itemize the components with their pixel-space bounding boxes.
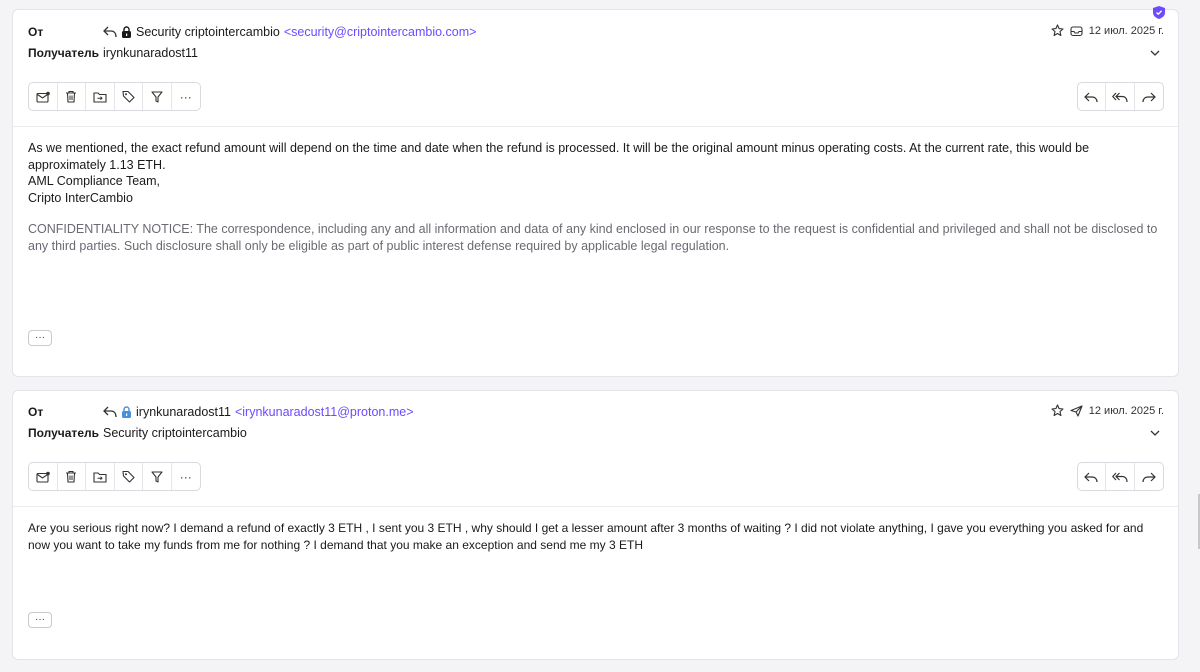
notice-text: CONFIDENTIALITY NOTICE: The corresponden… xyxy=(28,222,1158,253)
filter-icon xyxy=(151,470,163,483)
label-button[interactable] xyxy=(115,83,143,110)
signature-line-2: Cripto InterCambio xyxy=(28,190,133,205)
sender[interactable]: Security criptointercambio <security@cri… xyxy=(103,25,476,39)
recipient[interactable]: irynkunaradost11 xyxy=(103,46,198,60)
mail-unread-icon xyxy=(36,91,50,103)
signature-line-1: AML Compliance Team, xyxy=(28,174,161,188)
forward-button[interactable] xyxy=(1135,463,1164,490)
from-row: От Security criptointercambio <security@… xyxy=(28,25,476,39)
message-body: As we mentioned, the exact refund amount… xyxy=(28,140,1158,173)
reply-icon xyxy=(1084,472,1098,482)
header-divider xyxy=(13,506,1178,507)
filter-button[interactable] xyxy=(143,463,172,490)
message-toolbar-right xyxy=(1076,82,1164,111)
reply-arrow-icon xyxy=(103,406,117,418)
message-meta: 12 июл. 2025 г. xyxy=(1051,24,1164,37)
lock-icon xyxy=(122,26,131,38)
reply-all-button[interactable] xyxy=(1106,463,1135,490)
lock-icon xyxy=(122,406,131,418)
reply-button[interactable] xyxy=(1078,463,1106,490)
sender-name: Security criptointercambio xyxy=(136,25,280,39)
message-date: 12 июл. 2025 г. xyxy=(1088,404,1164,417)
tag-icon xyxy=(122,90,135,103)
confidentiality-notice: CONFIDENTIALITY NOTICE: The corresponden… xyxy=(28,221,1158,254)
message-toolbar-left: ··· xyxy=(28,82,201,111)
message-card-1: От Security criptointercambio <security@… xyxy=(12,6,1179,377)
reply-all-button[interactable] xyxy=(1106,83,1135,110)
forward-icon xyxy=(1142,92,1156,102)
more-actions-button[interactable]: ··· xyxy=(172,463,201,490)
signature: AML Compliance Team, Cripto InterCambio xyxy=(28,173,1158,206)
folder-move-icon xyxy=(93,91,107,103)
tag-icon xyxy=(122,470,135,483)
reply-arrow-icon xyxy=(103,26,117,38)
to-row: Получатель Security criptointercambio xyxy=(28,426,247,440)
shield-check-icon xyxy=(1153,6,1165,19)
delete-button[interactable] xyxy=(58,83,86,110)
mark-unread-button[interactable] xyxy=(29,83,58,110)
chevron-down-icon[interactable] xyxy=(1148,426,1162,440)
reply-all-icon xyxy=(1111,472,1128,482)
reply-all-icon xyxy=(1111,92,1128,102)
star-icon[interactable] xyxy=(1051,404,1064,417)
from-label: От xyxy=(28,405,44,419)
to-label: Получатель xyxy=(28,426,99,440)
forward-icon xyxy=(1142,472,1156,482)
mark-unread-button[interactable] xyxy=(29,463,58,490)
filter-icon xyxy=(151,90,163,103)
from-label: От xyxy=(28,25,44,39)
delete-button[interactable] xyxy=(58,463,86,490)
message-card-2: От irynkunaradost11 <irynkunaradost11@pr… xyxy=(12,390,1179,660)
label-button[interactable] xyxy=(115,463,143,490)
forward-button[interactable] xyxy=(1135,83,1164,110)
message-body: Are you serious right now? I demand a re… xyxy=(28,520,1158,553)
trash-icon xyxy=(66,470,77,483)
sender-address[interactable]: <irynkunaradost11@proton.me> xyxy=(235,405,414,419)
body-paragraph: Are you serious right now? I demand a re… xyxy=(28,521,1144,552)
to-label: Получатель xyxy=(28,46,99,60)
from-row: От irynkunaradost11 <irynkunaradost11@pr… xyxy=(28,405,414,419)
inbox-icon xyxy=(1070,25,1083,36)
chevron-down-icon[interactable] xyxy=(1148,46,1162,60)
move-button[interactable] xyxy=(86,463,115,490)
ellipsis-icon: ··· xyxy=(179,89,192,104)
sender[interactable]: irynkunaradost11 <irynkunaradost11@proto… xyxy=(103,405,414,419)
recipient[interactable]: Security criptointercambio xyxy=(103,426,247,440)
star-icon[interactable] xyxy=(1051,24,1064,37)
folder-move-icon xyxy=(93,471,107,483)
sender-address[interactable]: <security@criptointercambio.com> xyxy=(284,25,477,39)
message-meta: 12 июл. 2025 г. xyxy=(1051,404,1164,417)
show-quoted-button[interactable]: ··· xyxy=(28,330,52,346)
reply-button[interactable] xyxy=(1078,83,1106,110)
show-quoted-button[interactable]: ··· xyxy=(28,612,52,628)
to-row: Получатель irynkunaradost11 xyxy=(28,46,198,60)
move-button[interactable] xyxy=(86,83,115,110)
ellipsis-icon: ··· xyxy=(179,469,192,484)
more-actions-button[interactable]: ··· xyxy=(172,83,201,110)
reply-icon xyxy=(1084,92,1098,102)
message-toolbar-right xyxy=(1076,462,1164,491)
filter-button[interactable] xyxy=(143,83,172,110)
message-toolbar-left: ··· xyxy=(28,462,201,491)
trash-icon xyxy=(66,90,77,103)
body-paragraph: As we mentioned, the exact refund amount… xyxy=(28,141,1090,172)
message-date: 12 июл. 2025 г. xyxy=(1088,24,1164,37)
sent-icon xyxy=(1070,404,1083,417)
header-divider xyxy=(13,126,1178,127)
sender-name: irynkunaradost11 xyxy=(136,405,231,419)
mail-unread-icon xyxy=(36,471,50,483)
